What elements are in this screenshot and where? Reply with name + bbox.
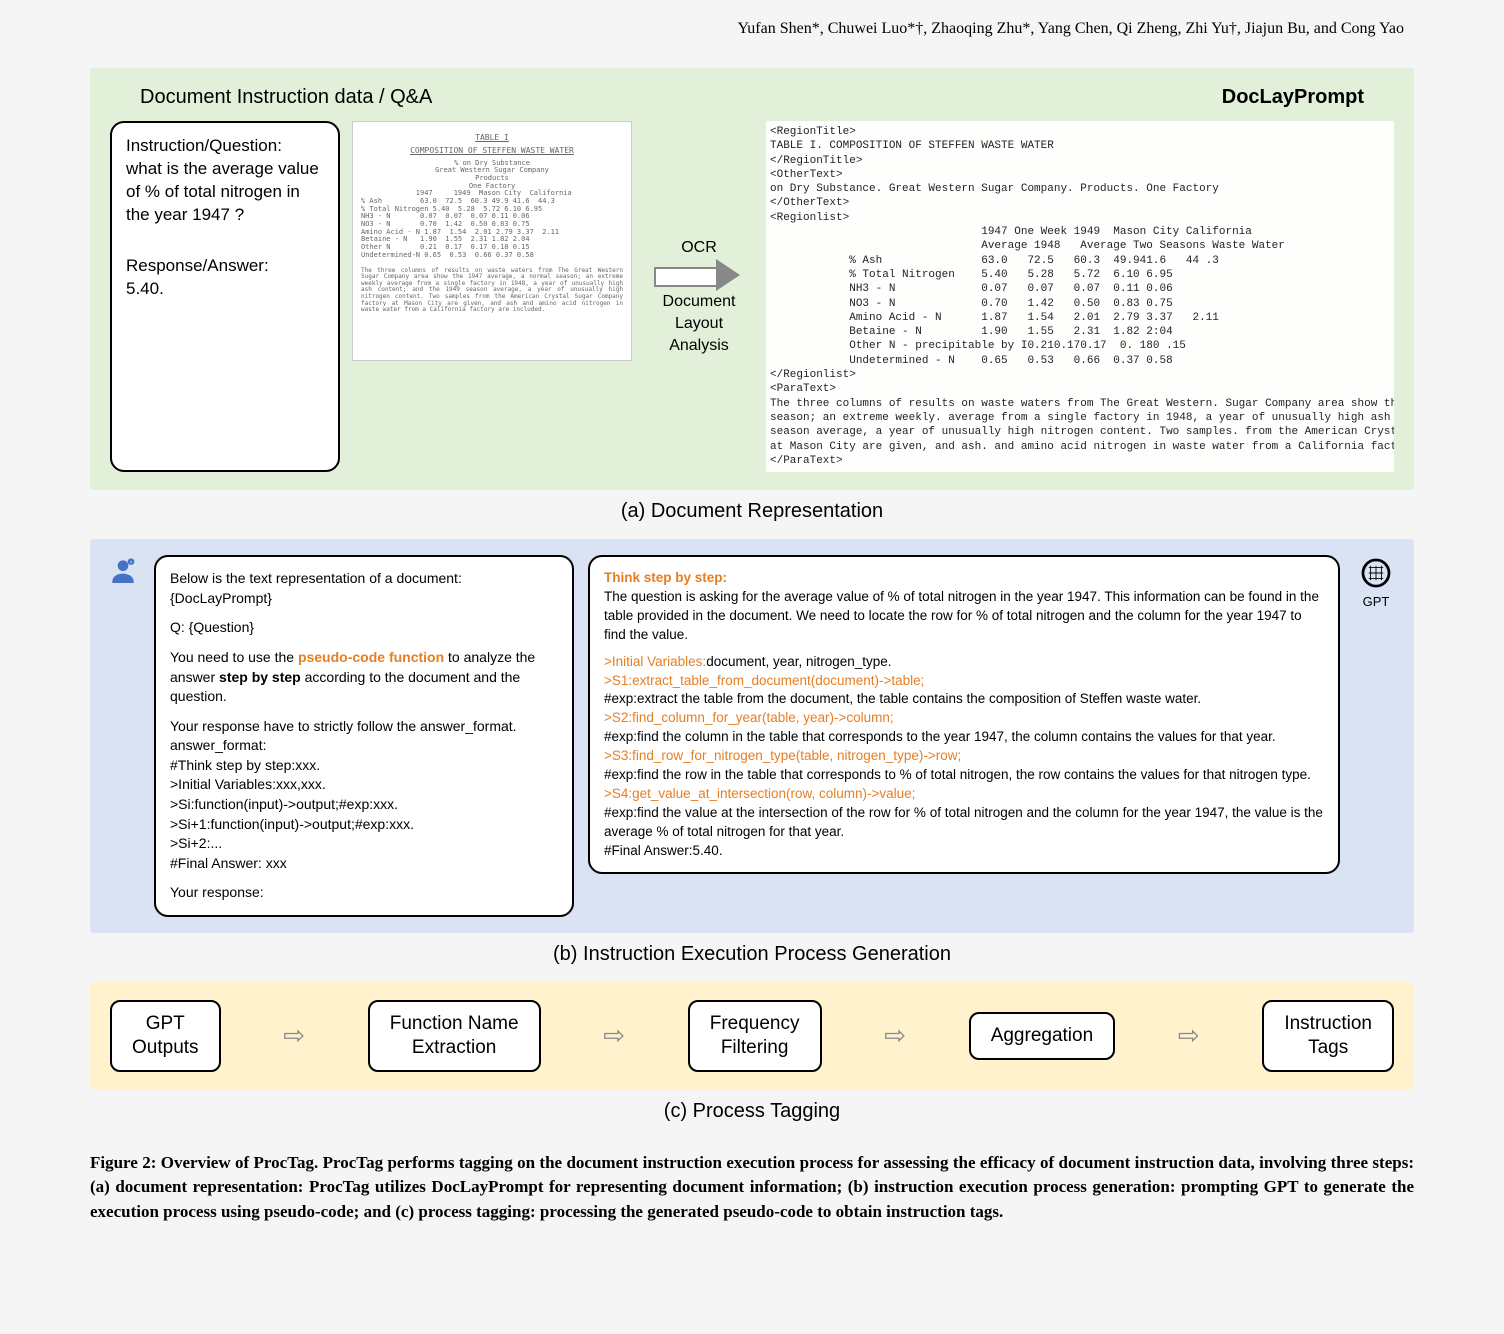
gpt-icon: GPT — [1354, 555, 1398, 609]
resp-s1: >S1:extract_table_from_document(document… — [604, 672, 1324, 691]
resp-init-vars: document, year, nitrogen_type. — [706, 654, 891, 669]
resp-final: #Final Answer:5.40. — [604, 842, 1324, 861]
resp-s1-exp: #exp:extract the table from the document… — [604, 690, 1324, 709]
arrow-label-ocr: OCR — [681, 239, 717, 257]
arrow-icon: ⇨ — [603, 1021, 625, 1051]
panel-a-left-title: Document Instruction data / Q&A — [140, 86, 432, 109]
answer-label: Response/Answer: — [126, 255, 324, 278]
prompt-l4: You need to use the pseudo-code function… — [170, 648, 558, 707]
caption-b: (b) Instruction Execution Process Genera… — [90, 943, 1414, 966]
panel-process-tagging: GPT Outputs ⇨ Function Name Extraction ⇨… — [90, 982, 1414, 1090]
step-function-name: Function Name Extraction — [368, 1000, 541, 1072]
step-gpt-outputs: GPT Outputs — [110, 1000, 221, 1072]
document-image-mock: TABLE I COMPOSITION OF STEFFEN WASTE WAT… — [352, 121, 632, 361]
ocr-arrow-column: OCR Document Layout Analysis — [644, 121, 754, 472]
prompt-l10: >Si+1:function(input)->output;#exp:xxx. — [170, 815, 558, 835]
prompt-l5: Your response have to strictly follow th… — [170, 717, 558, 737]
prompt-l4d: step by step — [219, 669, 301, 685]
doclayprompt-output: <RegionTitle> TABLE I. COMPOSITION OF ST… — [766, 121, 1394, 472]
prompt-l9: >Si:function(input)->output;#exp:xxx. — [170, 795, 558, 815]
answer-text: 5.40. — [126, 278, 324, 301]
prompt-l3: Q: {Question} — [170, 618, 558, 638]
arrow-icon: ⇨ — [1178, 1021, 1200, 1051]
resp-s3-exp: #exp:find the row in the table that corr… — [604, 766, 1324, 785]
resp-s3: >S3:find_row_for_nitrogen_type(table, ni… — [604, 747, 1324, 766]
step-aggregation: Aggregation — [969, 1012, 1115, 1060]
prompt-l11: >Si+2:... — [170, 834, 558, 854]
prompt-l6: answer_format: — [170, 736, 558, 756]
caption-c: (c) Process Tagging — [90, 1100, 1414, 1123]
arrow-label-analysis: Analysis — [669, 337, 729, 355]
resp-s2-exp: #exp:find the column in the table that c… — [604, 728, 1324, 747]
prompt-l8: >Initial Variables:xxx,xxx. — [170, 775, 558, 795]
resp-s2: >S2:find_column_for_year(table, year)->c… — [604, 709, 1324, 728]
resp-init: >Initial Variables:document, year, nitro… — [604, 653, 1324, 672]
response-box: Think step by step: The question is aski… — [588, 555, 1340, 874]
panel-document-representation: Document Instruction data / Q&A DocLayPr… — [90, 68, 1414, 490]
prompt-box: Below is the text representation of a do… — [154, 555, 574, 917]
qa-box: Instruction/Question: what is the averag… — [110, 121, 340, 472]
prompt-l2: {DocLayPrompt} — [170, 589, 558, 609]
question-text: what is the average value of % of total … — [126, 158, 324, 227]
prompt-l7: #Think step by step:xxx. — [170, 756, 558, 776]
figure-number: Figure 2: Overview of ProcTag. — [90, 1153, 323, 1172]
doc-title1: TABLE I — [361, 134, 623, 143]
prompt-l4b: pseudo-code function — [298, 649, 444, 665]
question-label: Instruction/Question: — [126, 135, 324, 158]
gpt-label: GPT — [1354, 594, 1398, 609]
resp-init-label: >Initial Variables: — [604, 654, 706, 669]
step-instruction-tags: Instruction Tags — [1262, 1000, 1394, 1072]
prompt-l13: Your response: — [170, 883, 558, 903]
arrow-label-doc: Document — [663, 293, 736, 311]
authors-line: Yufan Shen*, Chuwei Luo*†, Zhaoqing Zhu*… — [90, 20, 1414, 38]
caption-a: (a) Document Representation — [90, 500, 1414, 523]
prompt-l12: #Final Answer: xxx — [170, 854, 558, 874]
doc-para: The three columns of results on waste wa… — [361, 268, 623, 314]
prompt-l1: Below is the text representation of a do… — [170, 569, 558, 589]
arrow-icon: ⇨ — [884, 1021, 906, 1051]
arrow-label-layout: Layout — [675, 315, 723, 333]
panel-a-right-title: DocLayPrompt — [1222, 86, 1364, 109]
arrow-icon — [654, 261, 744, 289]
panel-instruction-execution: ? Below is the text representation of a … — [90, 539, 1414, 933]
figure-caption: Figure 2: Overview of ProcTag. ProcTag p… — [90, 1151, 1414, 1225]
resp-think-label: Think step by step: — [604, 570, 727, 585]
resp-s4-exp: #exp:find the value at the intersection … — [604, 804, 1324, 842]
resp-s4: >S4:get_value_at_intersection(row, colum… — [604, 785, 1324, 804]
prompt-l4a: You need to use the — [170, 649, 298, 665]
step-frequency-filtering: Frequency Filtering — [688, 1000, 822, 1072]
resp-think: Think step by step: — [604, 569, 1324, 588]
doc-title2: COMPOSITION OF STEFFEN WASTE WATER — [361, 147, 623, 156]
doc-rows: % Ash 63.0 72.5 60.3 49.9 41.6 44.3 % To… — [361, 198, 623, 260]
user-icon: ? — [106, 555, 140, 589]
arrow-icon: ⇨ — [283, 1021, 305, 1051]
resp-think-body: The question is asking for the average v… — [604, 588, 1324, 645]
